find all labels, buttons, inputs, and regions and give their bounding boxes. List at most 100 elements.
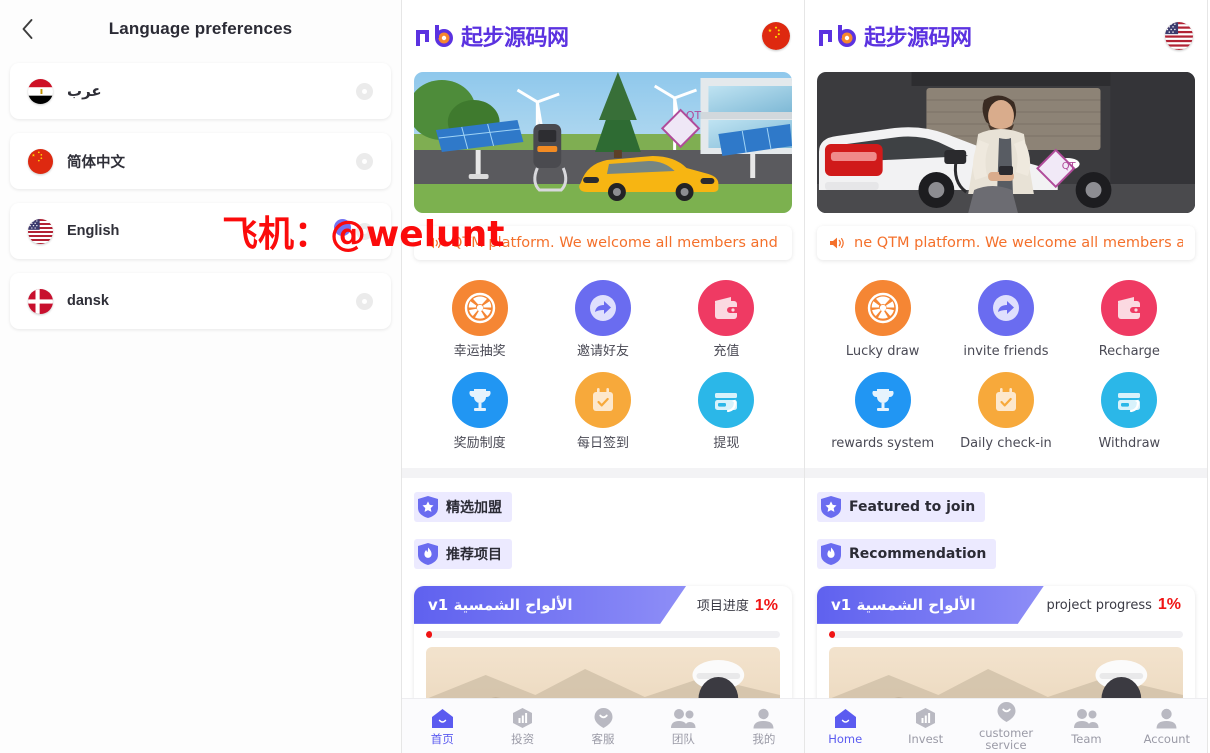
project-name: الألواح الشمسية v1 bbox=[831, 595, 976, 614]
screen: Language preferences عرب 简体中文 English da… bbox=[0, 0, 1210, 753]
app-header-en: 起步源码网 bbox=[805, 0, 1207, 72]
app-panel-chinese: 起步源码网 QT QTM platform. We welcome all me… bbox=[402, 0, 805, 753]
tag-label: Recommendation bbox=[849, 545, 987, 562]
tab-invest[interactable]: Invest bbox=[885, 699, 965, 753]
account-icon bbox=[1156, 707, 1177, 730]
tab-customer-service[interactable]: 客服 bbox=[563, 699, 643, 753]
tab-label: 团队 bbox=[671, 731, 695, 746]
withdraw-card-icon bbox=[1101, 371, 1158, 428]
project-card-header: الألواح الشمسية v1 项目进度 1% bbox=[414, 586, 792, 624]
project-progress: project progress 1% bbox=[1047, 596, 1196, 614]
quick-action-lucky-draw[interactable]: Lucky draw bbox=[821, 280, 944, 360]
announcement-bar-cn[interactable]: QTM platform. We welcome all members and… bbox=[414, 226, 792, 260]
quick-action-invite-friends[interactable]: 邀请好友 bbox=[541, 280, 664, 360]
tag-recommendation[interactable]: Recommendation bbox=[817, 538, 997, 569]
quick-action-label: 提现 bbox=[713, 435, 740, 451]
quick-action-invite-friends[interactable]: invite friends bbox=[944, 280, 1067, 360]
tag-featured-row: 精选加盟 bbox=[414, 491, 792, 522]
speaker-icon bbox=[829, 236, 845, 250]
invest-icon bbox=[512, 707, 533, 730]
quick-action-label: 充值 bbox=[713, 344, 740, 359]
quick-action-label: invite friends bbox=[963, 344, 1049, 359]
banner-man-charging-suv[interactable]: QT bbox=[817, 72, 1195, 213]
share-arrow-icon bbox=[977, 280, 1034, 336]
project-card-header: الألواح الشمسية v1 project progress 1% bbox=[817, 586, 1195, 624]
chevron-left-icon[interactable] bbox=[14, 16, 40, 42]
lucky-wheel-icon bbox=[451, 280, 508, 336]
wallet-icon bbox=[1101, 280, 1158, 336]
flame-shield-icon bbox=[417, 542, 439, 566]
flag-china-icon bbox=[28, 148, 53, 174]
quick-action-recharge[interactable]: Recharge bbox=[1068, 280, 1191, 360]
star-shield-icon bbox=[417, 495, 439, 519]
tab-customer-service[interactable]: customer service bbox=[966, 699, 1046, 753]
quick-action-recharge[interactable]: 充值 bbox=[665, 280, 788, 360]
bottom-nav-en: Home Invest customer service Team Accoun… bbox=[805, 698, 1207, 753]
flag-denmark-icon bbox=[28, 288, 53, 314]
tag-label: Featured to join bbox=[849, 498, 976, 515]
project-progress-bar bbox=[426, 630, 780, 638]
language-radio-simplified-chinese[interactable] bbox=[356, 152, 373, 170]
announcement-text: ne QTM platform. We welcome all members … bbox=[854, 235, 1183, 251]
tag-label: 精选加盟 bbox=[446, 499, 502, 516]
tag-label: 推荐项目 bbox=[446, 546, 502, 563]
project-progress-label: 项目进度 bbox=[696, 598, 749, 614]
app-header-cn: 起步源码网 bbox=[402, 0, 804, 72]
language-item-arabic[interactable]: عرب bbox=[10, 63, 391, 119]
page-title: Language preferences bbox=[108, 18, 293, 38]
language-page-header: Language preferences bbox=[0, 0, 401, 57]
tab-home[interactable]: 首页 bbox=[402, 699, 482, 753]
flame-shield-icon bbox=[820, 542, 842, 566]
tag-recommend-row: 推荐项目 bbox=[414, 538, 792, 569]
tag-featured[interactable]: 精选加盟 bbox=[414, 491, 512, 522]
tab-home[interactable]: Home bbox=[805, 699, 885, 753]
trophy-icon bbox=[451, 371, 508, 428]
quick-action-daily-checkin[interactable]: 每日签到 bbox=[541, 371, 664, 452]
quick-action-rewards-system[interactable]: rewards system bbox=[821, 371, 944, 452]
flag-china-icon[interactable] bbox=[762, 22, 790, 50]
withdraw-card-icon bbox=[698, 371, 755, 428]
project-progress-value: 1% bbox=[754, 596, 778, 614]
app-panel-english: 起步源码网 QT ne QTM platform. We welcome all… bbox=[805, 0, 1208, 753]
team-icon bbox=[670, 707, 696, 730]
tag-recommendation[interactable]: 推荐项目 bbox=[414, 538, 512, 569]
quick-action-lucky-draw[interactable]: 幸运抽奖 bbox=[418, 280, 541, 360]
project-progress-label: project progress bbox=[1046, 597, 1152, 613]
tag-featured[interactable]: Featured to join bbox=[817, 491, 986, 522]
tab-account[interactable]: Account bbox=[1127, 699, 1207, 753]
star-shield-icon bbox=[820, 495, 842, 519]
language-item-simplified-chinese[interactable]: 简体中文 bbox=[10, 133, 391, 189]
language-list: عرب 简体中文 English dansk bbox=[0, 57, 401, 329]
tab-team[interactable]: Team bbox=[1046, 699, 1126, 753]
quick-action-label: 幸运抽奖 bbox=[453, 344, 506, 359]
language-item-danish[interactable]: dansk bbox=[10, 273, 391, 329]
language-radio-arabic[interactable] bbox=[356, 82, 373, 100]
qb-logo-icon bbox=[817, 24, 861, 48]
svg-text:QT: QT bbox=[1062, 161, 1077, 172]
share-arrow-icon bbox=[574, 280, 631, 336]
home-icon bbox=[834, 707, 857, 730]
language-radio-danish[interactable] bbox=[356, 292, 373, 310]
quick-action-withdraw[interactable]: 提现 bbox=[665, 371, 788, 452]
tab-label: 我的 bbox=[752, 731, 776, 746]
tab-account[interactable]: 我的 bbox=[724, 699, 804, 753]
brand-logo-en: 起步源码网 bbox=[817, 20, 972, 52]
language-item-label: dansk bbox=[67, 293, 109, 309]
quick-action-rewards-system[interactable]: 奖励制度 bbox=[418, 371, 541, 452]
tab-invest[interactable]: 投资 bbox=[482, 699, 562, 753]
banner-solar-ev-charging[interactable]: QT bbox=[414, 72, 792, 213]
quick-action-withdraw[interactable]: Withdraw bbox=[1068, 371, 1191, 452]
announcement-bar-en[interactable]: ne QTM platform. We welcome all members … bbox=[817, 226, 1195, 260]
language-item-english[interactable]: English bbox=[10, 203, 391, 259]
tab-team[interactable]: 团队 bbox=[643, 699, 723, 753]
flag-usa-icon[interactable] bbox=[1165, 22, 1193, 50]
tab-label: Team bbox=[1071, 731, 1102, 746]
language-radio-english[interactable] bbox=[356, 222, 373, 240]
bottom-nav-cn: 首页 投资 客服 团队 我的 bbox=[402, 698, 804, 753]
quick-action-daily-checkin[interactable]: Daily check-in bbox=[944, 371, 1067, 452]
support-icon bbox=[996, 701, 1017, 724]
project-name-ribbon: الألواح الشمسية v1 bbox=[414, 586, 686, 624]
project-name: الألواح الشمسية v1 bbox=[428, 595, 573, 614]
tag-recommend-row: Recommendation bbox=[817, 538, 1195, 569]
project-progress: 项目进度 1% bbox=[697, 595, 792, 615]
